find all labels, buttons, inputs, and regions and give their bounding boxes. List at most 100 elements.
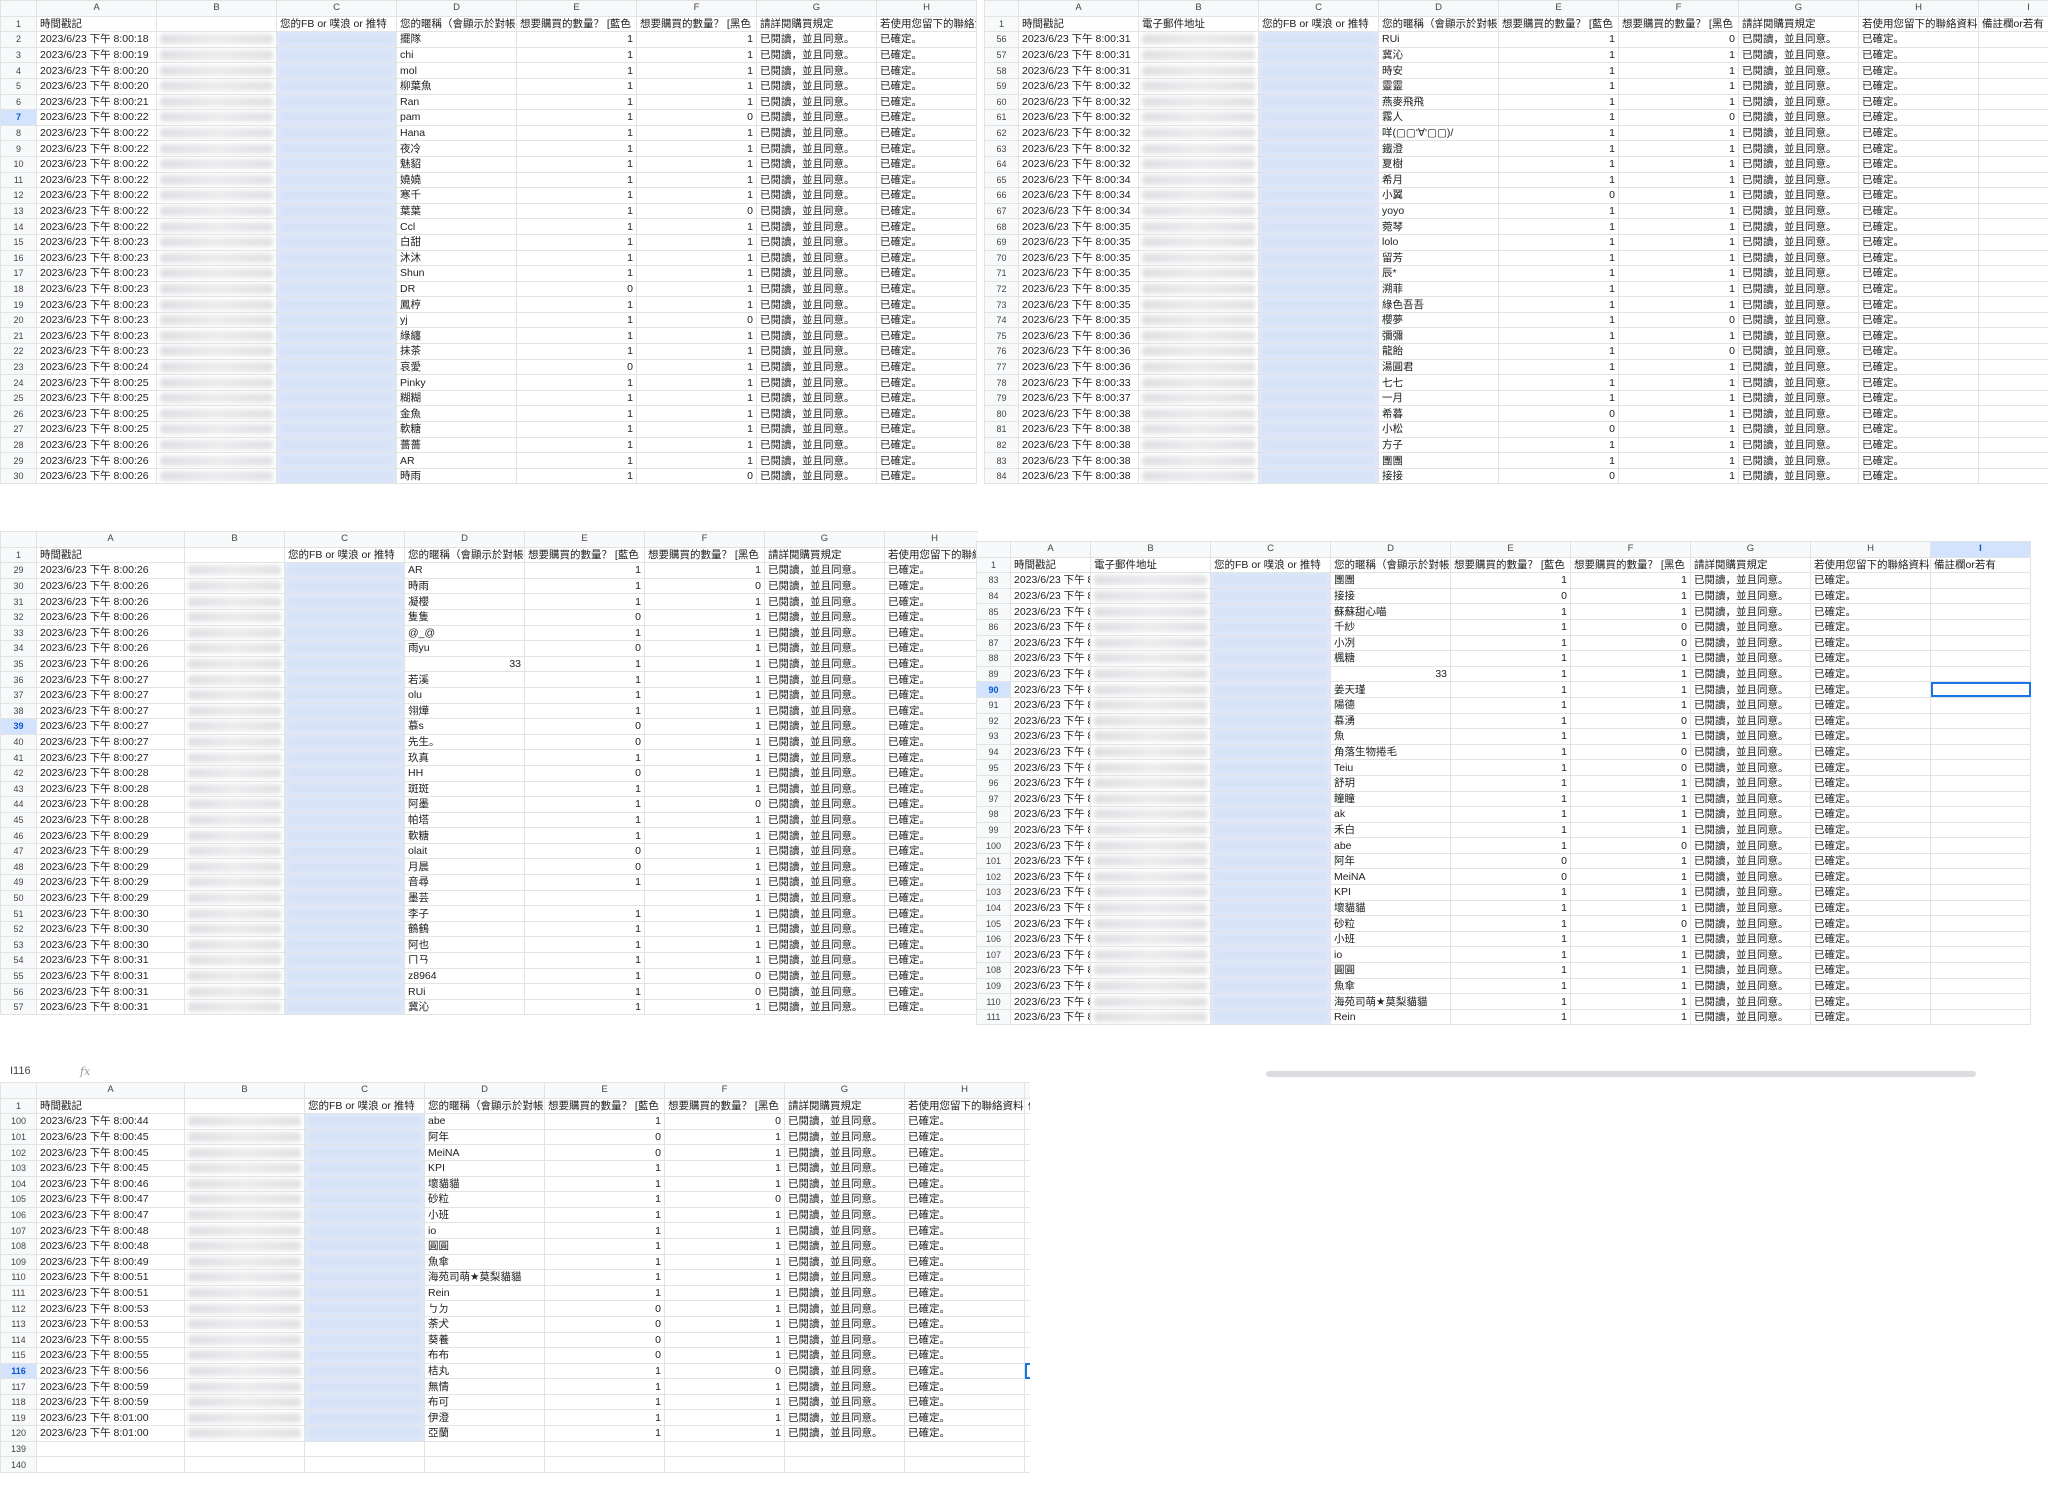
rules-agree-cell[interactable]: 已閱讀，並且同意。 xyxy=(764,686,885,704)
rules-agree-cell[interactable]: 已閱讀，並且同意。 xyxy=(784,1128,905,1146)
timestamp-cell[interactable]: 2023/6/23 下午 8:00:28 xyxy=(36,780,185,798)
nickname-cell[interactable]: 無情 xyxy=(424,1378,545,1395)
qty-black-cell[interactable]: 1 xyxy=(1618,187,1739,204)
nickname-cell[interactable]: 千紗 xyxy=(1330,618,1451,636)
column-header-F[interactable]: F xyxy=(644,531,765,548)
note-cell[interactable] xyxy=(1978,202,2048,220)
redacted-email-cell[interactable] xyxy=(1090,790,1211,808)
timestamp-cell[interactable]: 2023/6/23 下午 8:00:34 xyxy=(1018,187,1139,204)
contact-confirm-cell[interactable]: 已確定。 xyxy=(904,1425,1025,1442)
header-cell-H[interactable]: 若使用您留下的聯絡資料 xyxy=(904,1097,1025,1115)
rules-agree-cell[interactable]: 已閱讀，並且同意。 xyxy=(784,1284,905,1302)
qty-blue-cell[interactable]: 1 xyxy=(516,124,637,142)
qty-black-cell[interactable]: 1 xyxy=(636,46,757,64)
note-cell[interactable] xyxy=(1978,187,2048,204)
row-number[interactable]: 115 xyxy=(0,1347,37,1364)
row-number[interactable]: 72 xyxy=(984,280,1019,298)
row-number[interactable]: 14 xyxy=(0,218,37,235)
qty-black-cell[interactable]: 1 xyxy=(664,1393,785,1411)
qty-black-cell[interactable]: 0 xyxy=(644,577,765,595)
nickname-cell[interactable]: 斑斑 xyxy=(404,780,525,798)
nickname-cell[interactable]: 金魚 xyxy=(396,405,517,423)
contact-confirm-cell[interactable]: 已確定。 xyxy=(884,562,978,579)
redacted-contact-cell[interactable] xyxy=(1258,436,1379,454)
rules-agree-cell[interactable]: 已閱讀，並且同意。 xyxy=(784,1347,905,1364)
note-cell[interactable] xyxy=(1024,1269,1030,1286)
redacted-contact-cell[interactable] xyxy=(1258,405,1379,423)
qty-black-cell[interactable]: 1 xyxy=(636,358,757,376)
note-cell[interactable] xyxy=(1024,1253,1030,1271)
row-number[interactable]: 30 xyxy=(0,577,37,595)
column-header-A[interactable]: A xyxy=(1018,0,1139,17)
redacted-contact-cell[interactable] xyxy=(1210,884,1331,901)
contact-confirm-cell[interactable]: 已確定。 xyxy=(1858,467,1979,485)
contact-confirm-cell[interactable]: 已確定。 xyxy=(1858,280,1979,298)
row-number[interactable]: 31 xyxy=(0,593,37,610)
timestamp-cell[interactable]: 2023/6/23 下午 8:00:4 xyxy=(1010,977,1091,995)
timestamp-cell[interactable]: 2023/6/23 下午 8:00:51 xyxy=(36,1269,185,1286)
row-number[interactable]: 105 xyxy=(0,1191,37,1208)
rules-agree-cell[interactable]: 已閱讀，並且同意。 xyxy=(784,1206,905,1224)
timestamp-cell[interactable]: 2023/6/23 下午 8:00:31 xyxy=(36,967,185,985)
rules-agree-cell[interactable]: 已閱讀，並且同意。 xyxy=(1690,665,1811,683)
redacted-email-cell[interactable] xyxy=(156,358,277,376)
qty-blue-cell[interactable]: 1 xyxy=(1450,821,1571,839)
timestamp-cell[interactable]: 2023/6/23 下午 8:00:32 xyxy=(1018,155,1139,173)
contact-confirm-cell[interactable]: 已確定。 xyxy=(1858,452,1979,469)
redacted-contact-cell[interactable] xyxy=(284,749,405,766)
rules-agree-cell[interactable]: 已閱讀，並且同意。 xyxy=(756,265,877,282)
contact-confirm-cell[interactable]: 已確定。 xyxy=(1810,806,1931,823)
column-header-C[interactable]: C xyxy=(1210,541,1331,558)
note-cell[interactable] xyxy=(1978,155,2048,173)
header-cell-D[interactable]: 您的暱稱（會顯示於對帳 xyxy=(396,15,517,33)
timestamp-cell[interactable]: 2023/6/23 下午 8:00:36 xyxy=(1018,343,1139,360)
rules-agree-cell[interactable]: 已閱讀，並且同意。 xyxy=(764,562,885,579)
nickname-cell[interactable]: 33 xyxy=(1330,665,1451,683)
contact-confirm-cell[interactable]: 已確定。 xyxy=(904,1409,1025,1427)
rules-agree-cell[interactable]: 已閱讀，並且同意。 xyxy=(756,77,877,95)
note-cell[interactable] xyxy=(1978,140,2048,157)
timestamp-cell[interactable]: 2023/6/23 下午 8:00:26 xyxy=(36,640,185,657)
nickname-cell[interactable]: 靈靈 xyxy=(1378,77,1499,95)
note-cell[interactable] xyxy=(1978,327,2048,345)
row-number[interactable]: 100 xyxy=(976,837,1011,854)
nickname-cell[interactable]: @_@ xyxy=(404,624,525,642)
nickname-cell[interactable]: 魚 xyxy=(1330,728,1451,745)
timestamp-cell[interactable]: 2023/6/23 下午 8:00:23 xyxy=(36,280,157,298)
qty-blue-cell[interactable] xyxy=(524,889,645,907)
qty-blue-cell[interactable]: 1 xyxy=(524,671,645,688)
contact-confirm-cell[interactable]: 已確定。 xyxy=(904,1191,1025,1208)
redacted-email-cell[interactable] xyxy=(1138,46,1259,64)
header-cell-D[interactable]: 您的暱稱（會顯示於對帳 xyxy=(1330,556,1451,574)
contact-confirm-cell[interactable]: 已確定。 xyxy=(876,46,977,64)
qty-blue-cell[interactable]: 0 xyxy=(1498,187,1619,204)
select-all-corner[interactable] xyxy=(0,1082,37,1099)
rules-agree-cell[interactable]: 已閱讀，並且同意。 xyxy=(764,889,885,907)
nickname-cell[interactable]: 留芳 xyxy=(1378,249,1499,267)
contact-confirm-cell[interactable]: 已確定。 xyxy=(884,702,978,720)
redacted-email-cell[interactable] xyxy=(1138,436,1259,454)
contact-confirm-cell[interactable]: 已確定。 xyxy=(1858,296,1979,313)
note-cell[interactable] xyxy=(1930,634,2031,652)
qty-blue-cell[interactable]: 0 xyxy=(1450,852,1571,870)
note-cell[interactable] xyxy=(1978,109,2048,126)
row-number[interactable]: 18 xyxy=(0,280,37,298)
qty-blue-cell[interactable]: 0 xyxy=(1498,405,1619,423)
note-cell[interactable] xyxy=(1930,696,2031,714)
rules-agree-cell[interactable]: 已閱讀，並且同意。 xyxy=(764,671,885,688)
qty-black-cell[interactable]: 1 xyxy=(664,1222,785,1239)
contact-confirm-cell[interactable]: 已確定。 xyxy=(876,280,977,298)
qty-blue-cell[interactable]: 1 xyxy=(544,1362,665,1380)
redacted-email-cell[interactable] xyxy=(1090,1008,1211,1026)
contact-confirm-cell[interactable]: 已確定。 xyxy=(1810,634,1931,652)
qty-blue-cell[interactable]: 1 xyxy=(1498,436,1619,454)
qty-blue-cell[interactable]: 1 xyxy=(1498,62,1619,79)
redacted-contact-cell[interactable] xyxy=(1258,327,1379,345)
note-cell[interactable] xyxy=(1930,962,2031,979)
row-number[interactable]: 16 xyxy=(0,249,37,267)
redacted-email-cell[interactable] xyxy=(1138,171,1259,189)
nickname-cell[interactable]: ak xyxy=(1330,806,1451,823)
qty-blue-cell[interactable]: 0 xyxy=(544,1315,665,1333)
redacted-contact-cell[interactable] xyxy=(304,1191,425,1208)
row-number[interactable]: 90 xyxy=(976,681,1011,698)
